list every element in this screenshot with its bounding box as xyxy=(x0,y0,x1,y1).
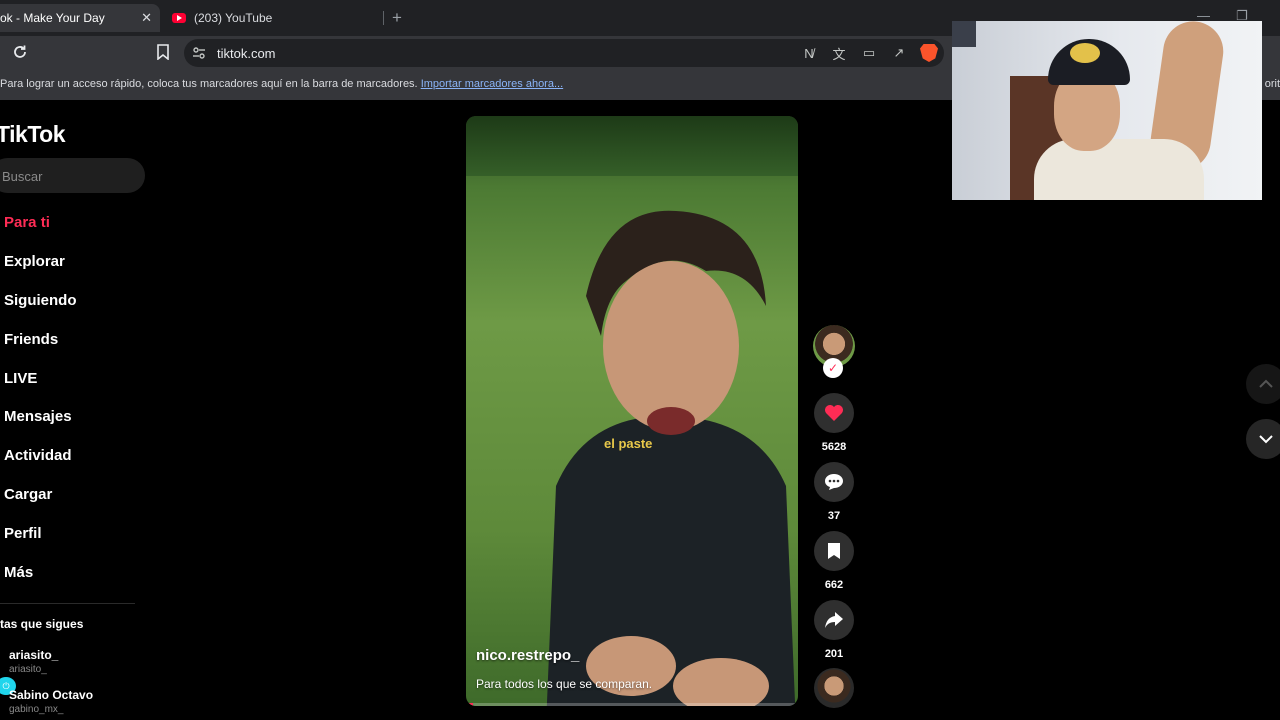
video-progress-bar[interactable] xyxy=(466,703,798,706)
bookmark-save-icon xyxy=(828,543,840,559)
import-bookmarks-link[interactable]: Importar marcadores ahora... xyxy=(421,78,563,90)
new-tab-button[interactable]: + xyxy=(392,8,402,28)
save-button[interactable] xyxy=(814,531,854,571)
video-caption-overlay: el paste xyxy=(604,436,653,451)
like-count: 5628 xyxy=(821,441,847,453)
video-progress-fill xyxy=(466,703,473,706)
account-name: ariasito_ xyxy=(9,648,59,662)
webcam-overlay xyxy=(952,21,1262,200)
cast-icon[interactable]: ▭ xyxy=(860,44,878,62)
share-button[interactable] xyxy=(814,600,854,640)
nav-messages[interactable]: Mensajes xyxy=(4,397,77,436)
bookmark-icon[interactable] xyxy=(156,44,170,60)
no-tracking-icon[interactable]: N̸ xyxy=(800,44,818,62)
bookmarks-message-text: Para lograr un acceso rápido, coloca tus… xyxy=(0,78,418,90)
url-text[interactable]: tiktok.com xyxy=(217,46,276,61)
following-accounts-title: tas que sigues xyxy=(0,617,84,631)
music-disc-avatar[interactable] xyxy=(814,668,854,708)
nav-for-you[interactable]: Para ti xyxy=(4,203,77,242)
video-background-hedge xyxy=(466,116,798,176)
tab-youtube[interactable]: (203) YouTube xyxy=(172,4,382,32)
reload-icon[interactable] xyxy=(11,43,29,61)
brave-shield-icon[interactable] xyxy=(920,44,938,62)
translate-icon[interactable]: 文 xyxy=(830,44,848,62)
tab-separator xyxy=(383,11,384,25)
chevron-down-icon xyxy=(1259,435,1273,444)
share-action: 201 xyxy=(814,600,854,660)
video-player[interactable]: el paste nico.restrepo_ Para todos los q… xyxy=(466,116,798,706)
youtube-icon xyxy=(172,13,186,23)
nav-following[interactable]: Siguiendo xyxy=(4,281,77,320)
chevron-up-icon xyxy=(1259,379,1273,388)
share-icon[interactable]: ↗ xyxy=(890,44,908,62)
address-bar[interactable]: tiktok.com N̸ 文 ▭ ↗ xyxy=(184,39,944,67)
site-settings-icon[interactable] xyxy=(192,46,206,60)
search-box[interactable] xyxy=(0,158,145,195)
save-action: 662 xyxy=(814,531,854,591)
comment-icon xyxy=(825,474,843,490)
following-account[interactable]: Sabino Octavo gabino_mx_ xyxy=(9,688,93,715)
nav-friends[interactable]: Friends xyxy=(4,320,77,359)
save-count: 662 xyxy=(824,579,844,591)
nav-profile[interactable]: Perfil xyxy=(4,514,77,553)
comment-button[interactable] xyxy=(814,462,854,502)
tab-tiktok[interactable]: ok - Make Your Day ✕ xyxy=(0,4,160,32)
like-button[interactable] xyxy=(814,393,854,433)
nav-activity[interactable]: Actividad xyxy=(4,436,77,475)
account-handle: ariasito_ xyxy=(9,664,47,675)
webcam-poster xyxy=(952,21,976,47)
share-arrow-icon xyxy=(825,612,843,628)
nav-upload[interactable]: Cargar xyxy=(4,475,77,514)
comment-count: 37 xyxy=(827,510,841,522)
tab-title: ok - Make Your Day xyxy=(0,11,105,25)
follow-check-icon[interactable]: ✓ xyxy=(823,358,843,378)
share-count: 201 xyxy=(824,648,844,660)
close-tab-icon[interactable]: ✕ xyxy=(141,10,152,26)
tab-title: (203) YouTube xyxy=(194,11,273,25)
following-account[interactable]: ariasito_ ariasito_ xyxy=(9,648,58,675)
video-description: Para todos los que se comparan. xyxy=(476,677,653,691)
search-input[interactable] xyxy=(0,158,134,195)
webcam-shirt xyxy=(1034,139,1204,200)
video-subject-image xyxy=(546,210,796,706)
account-handle: gabino_mx_ xyxy=(9,704,64,715)
tiktok-logo[interactable]: TikTok xyxy=(0,121,66,148)
next-video-button[interactable] xyxy=(1246,419,1280,459)
nav-explore[interactable]: Explorar xyxy=(4,242,77,281)
sidebar-nav: Para ti Explorar Siguiendo Friends LIVE … xyxy=(4,203,77,592)
comment-action: 37 xyxy=(814,462,854,522)
nav-more[interactable]: Más xyxy=(4,553,77,592)
account-name: Sabino Octavo xyxy=(9,688,94,702)
cap-logo-icon xyxy=(1070,43,1100,63)
video-username[interactable]: nico.restrepo_ xyxy=(476,647,579,664)
bookmarks-message: Para lograr un acceso rápido, coloca tus… xyxy=(0,78,563,90)
like-action: 5628 xyxy=(814,393,854,453)
other-bookmarks[interactable]: orit xyxy=(1265,78,1280,90)
heart-icon xyxy=(825,405,843,421)
nav-live[interactable]: LIVE xyxy=(4,359,77,398)
sidebar-divider xyxy=(0,603,135,604)
previous-video-button[interactable] xyxy=(1246,364,1280,404)
